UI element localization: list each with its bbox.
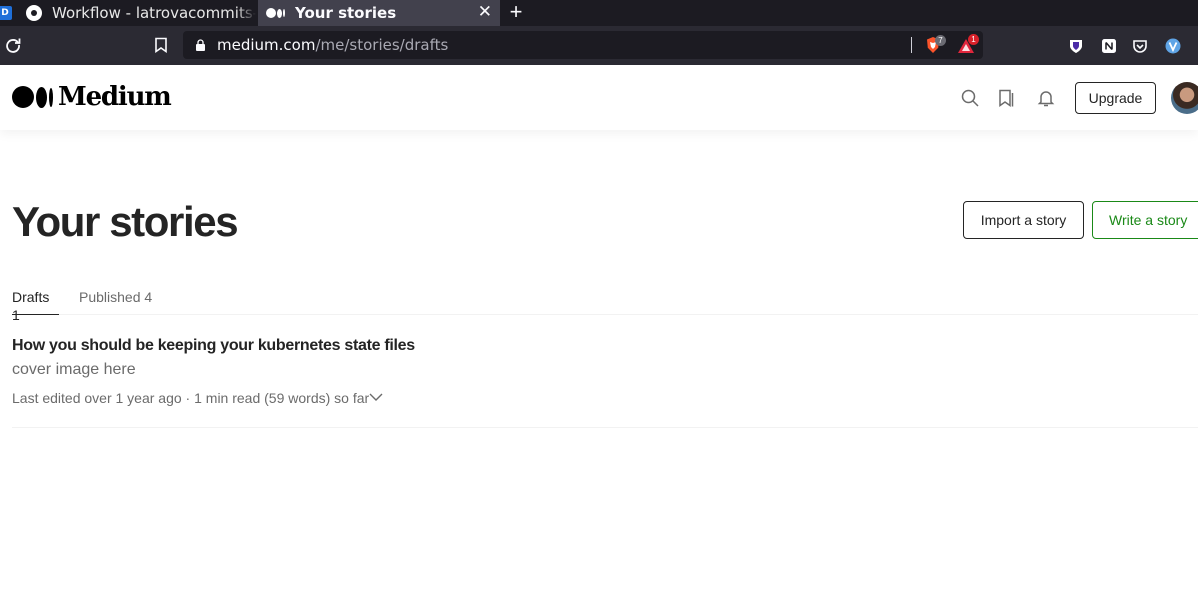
bookmark-icon[interactable] (154, 37, 168, 53)
divider (911, 37, 912, 53)
url-host: medium.com (217, 36, 316, 54)
reload-icon[interactable] (4, 36, 22, 54)
browser-tab-your-stories[interactable]: Your stories ✕ (258, 0, 500, 26)
import-story-button[interactable]: Import a story (963, 201, 1084, 239)
bookmarks-icon[interactable] (996, 88, 1016, 108)
story-meta: Last edited over 1 year ago · 1 min read… (12, 390, 370, 406)
pocket-icon[interactable] (1132, 38, 1148, 54)
stories-tabs: Drafts 1 Published 4 (12, 288, 1198, 323)
divider (12, 427, 1198, 428)
chevron-down-icon[interactable] (368, 389, 384, 405)
site-header: Medium Upgrade (0, 65, 1198, 130)
app-favicon-icon: D (0, 6, 12, 20)
tab-title: Your stories (295, 4, 397, 22)
notion-icon[interactable] (1101, 38, 1117, 54)
page-title: Your stories (12, 198, 239, 245)
tab-published[interactable]: Published 4 (79, 288, 152, 315)
new-tab-button[interactable]: + (506, 0, 526, 26)
lock-icon (196, 39, 205, 51)
url-path: /me/stories/drafts (315, 36, 449, 54)
story-title[interactable]: How you should be keeping your kubernete… (12, 336, 415, 356)
browser-tab-partial[interactable]: D (0, 0, 20, 26)
browser-toolbar: medium.com/me/stories/drafts 7 1 (0, 26, 1198, 65)
tab-title: Workflow - latrovacommits-ar (52, 4, 256, 22)
tab-drafts[interactable]: Drafts 1 (12, 288, 59, 323)
write-story-button[interactable]: Write a story (1092, 201, 1198, 239)
search-icon[interactable] (960, 88, 980, 108)
browser-tab-bar: D Workflow - latrovacommits-ar Your stor… (0, 0, 1198, 26)
plus-icon: + (509, 0, 523, 24)
address-bar[interactable]: medium.com/me/stories/drafts 7 1 (183, 31, 983, 59)
shield-count-badge: 7 (935, 35, 946, 46)
circleci-favicon-icon (26, 5, 42, 21)
medium-logo-icon (12, 86, 53, 108)
extension-shield-icon[interactable] (1068, 38, 1084, 54)
extension-v-icon[interactable] (1165, 38, 1181, 54)
close-icon[interactable]: ✕ (478, 2, 492, 22)
rewards-count-badge: 1 (968, 34, 979, 45)
browser-tab-workflow[interactable]: Workflow - latrovacommits-ar (20, 0, 256, 26)
avatar[interactable] (1171, 82, 1198, 114)
bell-icon[interactable] (1036, 88, 1056, 108)
story-subtitle[interactable]: cover image here (12, 360, 136, 380)
url-text: medium.com/me/stories/drafts (217, 36, 448, 54)
medium-logo[interactable]: Medium (12, 82, 172, 112)
logo-text: Medium (58, 82, 172, 112)
upgrade-button[interactable]: Upgrade (1075, 82, 1156, 114)
medium-favicon-icon (266, 8, 285, 18)
